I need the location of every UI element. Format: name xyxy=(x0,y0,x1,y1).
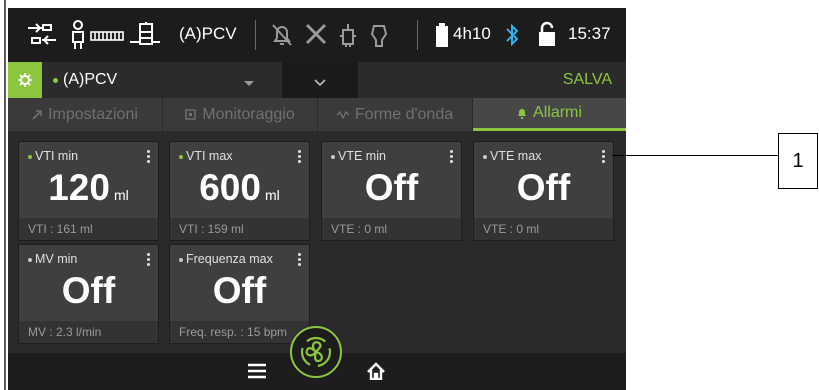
lock-icon xyxy=(538,21,556,47)
alarm-card-value: 600 xyxy=(199,167,261,208)
menu-icon[interactable] xyxy=(248,363,266,384)
alarm-card-footer: VTE : 0 ml xyxy=(322,218,461,240)
alarm-card-value-row: 120 ml xyxy=(19,166,158,217)
settings-arrow-icon xyxy=(32,109,42,120)
alarm-card-value: Off xyxy=(61,270,116,311)
tab-allarmi[interactable]: Allarmi xyxy=(473,98,626,131)
more-options-icon[interactable] xyxy=(602,150,606,163)
tab-label: Forme d'onda xyxy=(354,105,454,123)
alarm-card-title: Frequenza max xyxy=(186,252,273,266)
status-dot xyxy=(28,155,32,159)
callout-line xyxy=(612,155,778,156)
alarm-card-title: MV min xyxy=(35,252,78,266)
clock: 15:37 xyxy=(568,24,611,43)
status-separator xyxy=(417,20,418,50)
alarm-card-footer: VTE : 0 ml xyxy=(474,218,613,240)
status-bar: (A)PCV 4h10 15:37 xyxy=(8,8,626,62)
alarm-card-measured: VTE : 0 ml xyxy=(331,222,388,236)
alarm-card-value: 120 xyxy=(48,167,110,208)
alarm-card-footer: VTI : 159 ml xyxy=(170,218,309,240)
alarm-card-value: Off xyxy=(212,270,267,311)
circuit-icon xyxy=(26,22,58,48)
chevron-down-icon[interactable] xyxy=(244,74,254,92)
status-mode: (A)PCV xyxy=(179,24,237,43)
alarm-grid: VTI min 120 ml VTI : 161 ml VTI max 600 ml… xyxy=(8,131,626,353)
status-dot xyxy=(179,155,183,159)
alarm-off-icon xyxy=(271,23,293,47)
alarm-card-value: Off xyxy=(364,167,419,208)
tools-icon xyxy=(304,22,328,46)
alarm-card-title: VTE max xyxy=(490,149,542,163)
nebulizer-icon xyxy=(338,22,358,48)
alarm-card-title: VTE min xyxy=(338,149,386,163)
more-options-icon[interactable] xyxy=(298,253,302,266)
oxygen-icon xyxy=(368,22,390,48)
monitor-icon xyxy=(185,109,196,120)
humidifier-icon xyxy=(128,20,162,48)
mode-indicator-dot xyxy=(53,78,58,83)
alarm-card-vti-min[interactable]: VTI min 120 ml VTI : 161 ml xyxy=(18,141,159,241)
bell-icon xyxy=(517,108,527,119)
mode-selector-label[interactable]: (A)PCV xyxy=(63,71,117,89)
status-dot xyxy=(331,155,335,159)
alarm-card-value-row: Off xyxy=(170,269,309,313)
more-options-icon[interactable] xyxy=(147,253,151,266)
alarm-card-measured: Freq. resp. : 15 bpm xyxy=(179,325,288,339)
alarm-card-footer: Freq. resp. : 15 bpm xyxy=(170,321,309,343)
alarm-card-footer: MV : 2.3 l/min xyxy=(19,321,158,343)
alarm-card-title: VTI min xyxy=(35,149,79,163)
mode-bar: (A)PCV SALVA xyxy=(8,62,626,98)
tab-label: Allarmi xyxy=(533,104,582,121)
tab-label: Monitoraggio xyxy=(202,105,295,123)
alarm-card-unit: ml xyxy=(264,187,280,203)
fan-icon[interactable] xyxy=(290,326,342,378)
settings-button[interactable] xyxy=(8,62,42,98)
mode-dropdown-button[interactable] xyxy=(282,62,358,98)
ventilator-screen: (A)PCV 4h10 15:37 (A)PCV SALVA Impostazi… xyxy=(8,8,626,390)
alarm-card-measured: MV : 2.3 l/min xyxy=(28,325,102,339)
battery-time: 4h10 xyxy=(453,24,491,43)
alarm-card-value-row: Off xyxy=(19,269,158,313)
alarm-card-value-row: Off xyxy=(322,166,461,210)
tab-bar: Impostazioni Monitoraggio Forme d'onda A… xyxy=(8,98,626,131)
alarm-card-value-row: Off xyxy=(474,166,613,210)
alarm-card-unit: ml xyxy=(113,187,129,203)
alarm-card-frequenza-max[interactable]: Frequenza max Off Freq. resp. : 15 bpm xyxy=(169,244,310,344)
tube-icon xyxy=(90,30,124,42)
alarm-card-measured: VTI : 159 ml xyxy=(179,222,244,236)
more-options-icon[interactable] xyxy=(147,150,151,163)
alarm-card-measured: VTI : 161 ml xyxy=(28,222,93,236)
status-dot xyxy=(28,258,32,262)
alarm-card-value: Off xyxy=(516,167,571,208)
status-dot xyxy=(483,155,487,159)
bluetooth-icon xyxy=(504,22,520,48)
tab-label: Impostazioni xyxy=(48,105,138,123)
status-separator xyxy=(255,20,256,50)
alarm-card-vti-max[interactable]: VTI max 600 ml VTI : 159 ml xyxy=(169,141,310,241)
patient-icon xyxy=(70,20,86,50)
callout-label: 1 xyxy=(778,133,818,189)
more-options-icon[interactable] xyxy=(298,150,302,163)
alarm-card-mv-min[interactable]: MV min Off MV : 2.3 l/min xyxy=(18,244,159,344)
gear-icon xyxy=(18,73,32,87)
alarm-card-measured: VTE : 0 ml xyxy=(483,222,540,236)
more-options-icon[interactable] xyxy=(450,150,454,163)
alarm-card-title: VTI max xyxy=(186,149,233,163)
chevron-down-icon xyxy=(314,74,326,92)
home-icon[interactable] xyxy=(366,362,386,385)
battery-icon xyxy=(436,23,448,47)
tab-impostazioni[interactable]: Impostazioni xyxy=(8,98,162,131)
alarm-card-value-row: 600 ml xyxy=(170,166,309,217)
tab-monitoraggio[interactable]: Monitoraggio xyxy=(163,98,317,131)
status-dot xyxy=(179,258,183,262)
alarm-card-vte-min[interactable]: VTE min Off VTE : 0 ml xyxy=(321,141,462,241)
alarm-card-vte-max[interactable]: VTE max Off VTE : 0 ml xyxy=(473,141,614,241)
wave-icon xyxy=(336,110,349,119)
tab-forme-onda[interactable]: Forme d'onda xyxy=(318,98,472,131)
save-button[interactable]: SALVA xyxy=(563,71,612,89)
alarm-card-footer: VTI : 161 ml xyxy=(19,218,158,240)
document-margin-line xyxy=(4,0,6,390)
